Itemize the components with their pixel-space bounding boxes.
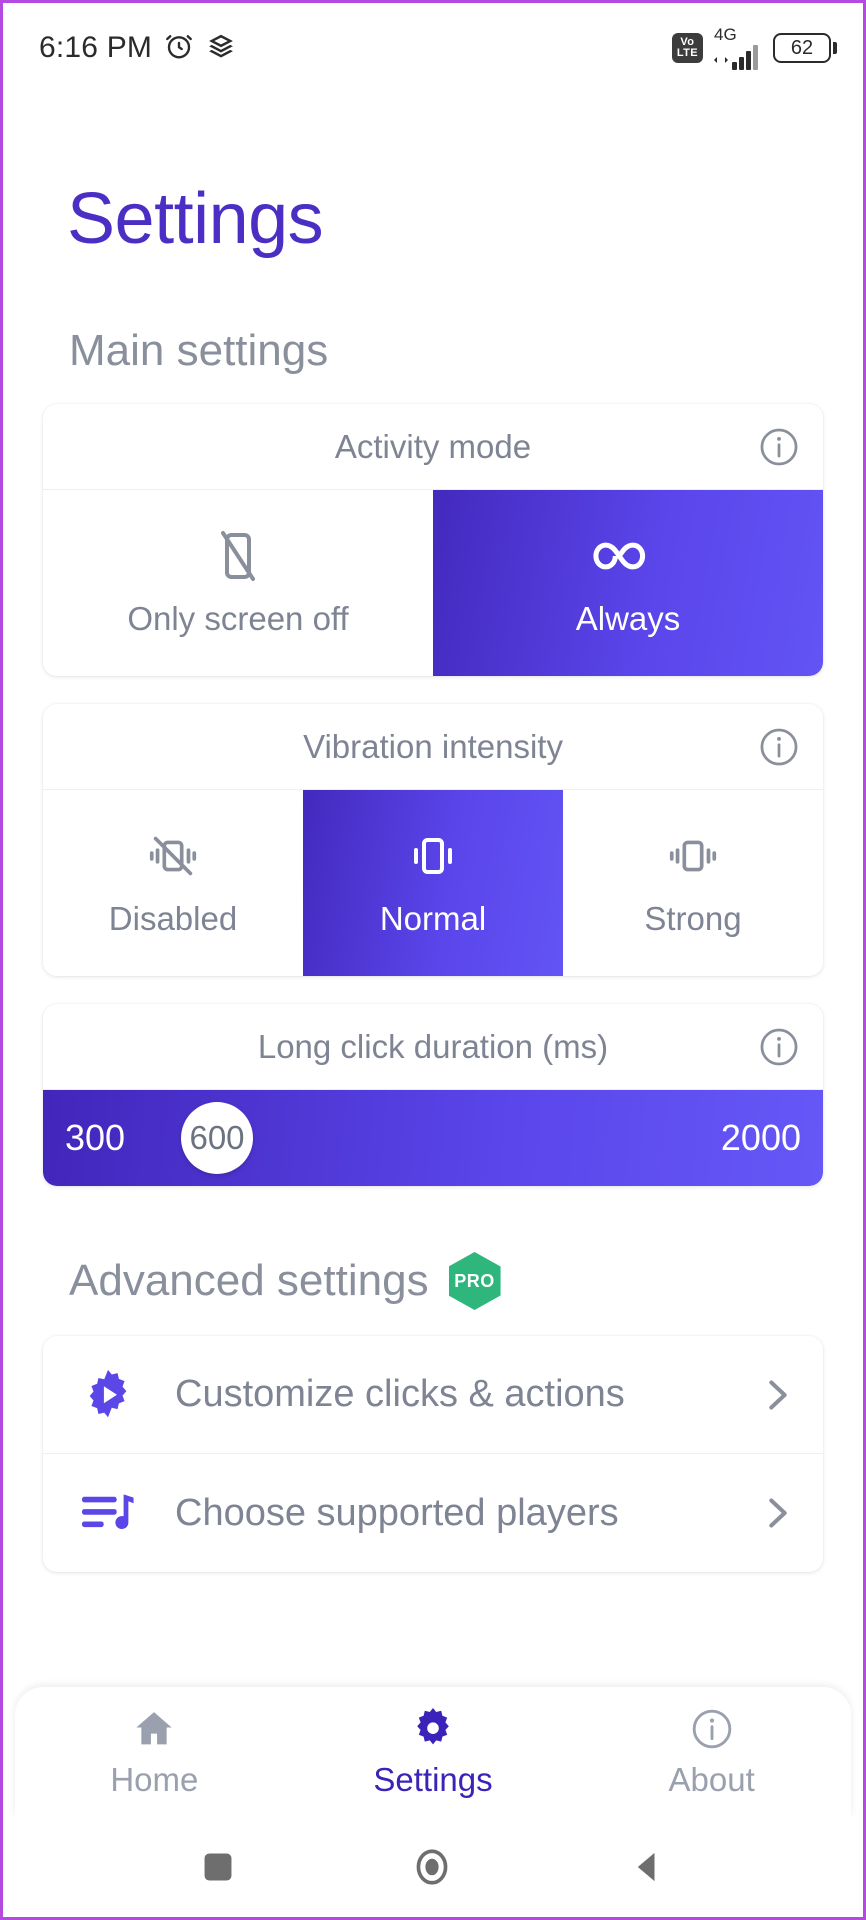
layers-icon <box>206 31 236 66</box>
chevron-right-icon <box>755 1375 795 1415</box>
activity-mode-segmented-control: Only screen off Always <box>43 490 823 676</box>
card-vibration-intensity-title: Vibration intensity <box>303 728 563 766</box>
queue-music-icon <box>77 1487 139 1539</box>
status-bar: 6:16 PM Vo LTE <box>3 3 863 93</box>
chevron-right-icon <box>755 1493 795 1533</box>
vibration-off-icon <box>144 828 202 884</box>
volte-icon: Vo LTE <box>672 33 703 63</box>
segment-normal-label: Normal <box>380 900 486 938</box>
slider-max-label: 2000 <box>721 1117 801 1159</box>
page-title: Settings <box>67 178 823 260</box>
android-system-navigation <box>3 1817 863 1917</box>
segment-strong[interactable]: Strong <box>563 790 823 976</box>
vibration-strong-icon <box>664 828 722 884</box>
network-indicator: 4G <box>713 26 758 70</box>
section-heading-advanced-label: Advanced settings <box>69 1256 429 1306</box>
segment-always[interactable]: Always <box>433 490 823 676</box>
vibration-icon <box>407 828 459 884</box>
segment-only-screen-off[interactable]: Only screen off <box>43 490 433 676</box>
battery-level-label: 62 <box>773 33 831 63</box>
card-activity-mode-title: Activity mode <box>335 428 531 466</box>
slider-thumb[interactable]: 600 <box>181 1102 253 1174</box>
info-icon[interactable] <box>757 725 801 769</box>
card-vibration-intensity: Vibration intensity <box>43 704 823 976</box>
list-item-choose-players[interactable]: Choose supported players <box>43 1454 823 1572</box>
slider-min-label: 300 <box>65 1117 125 1159</box>
recents-button[interactable] <box>199 1848 237 1886</box>
card-long-click-duration: Long click duration (ms) 300 600 2000 <box>43 1004 823 1186</box>
home-icon <box>131 1706 177 1752</box>
nav-item-about[interactable]: About <box>572 1706 851 1799</box>
card-activity-mode-header: Activity mode <box>43 404 823 490</box>
list-item-choose-players-label: Choose supported players <box>175 1492 755 1535</box>
battery-icon: 62 <box>773 33 837 63</box>
gear-play-icon <box>77 1366 139 1424</box>
section-heading-main: Main settings <box>69 326 823 376</box>
pro-badge-label: PRO <box>454 1271 495 1292</box>
phone-screen: 6:16 PM Vo LTE <box>0 0 866 1920</box>
home-button[interactable] <box>410 1845 454 1889</box>
back-button[interactable] <box>627 1847 667 1887</box>
status-bar-left: 6:16 PM <box>39 31 236 66</box>
network-type-label: 4G <box>714 26 737 43</box>
info-icon <box>689 1706 735 1752</box>
card-long-click-duration-title: Long click duration (ms) <box>258 1028 608 1066</box>
nav-item-home[interactable]: Home <box>15 1706 294 1799</box>
section-heading-main-label: Main settings <box>69 326 328 376</box>
bottom-navigation-bar: Home Settings About <box>15 1687 851 1817</box>
info-icon[interactable] <box>757 1025 801 1069</box>
signal-strength-icon <box>713 44 758 70</box>
pro-badge: PRO <box>449 1252 501 1310</box>
segment-strong-label: Strong <box>644 900 741 938</box>
vibration-intensity-segmented-control: Disabled Normal <box>43 790 823 976</box>
status-bar-right: Vo LTE 4G 62 <box>672 26 837 70</box>
nav-item-about-label: About <box>669 1761 755 1799</box>
list-item-customize-clicks[interactable]: Customize clicks & actions <box>43 1336 823 1454</box>
segment-always-label: Always <box>576 600 681 638</box>
gear-icon <box>409 1706 457 1752</box>
section-heading-advanced: Advanced settings PRO <box>69 1252 823 1310</box>
nav-item-settings[interactable]: Settings <box>294 1706 573 1799</box>
nav-item-home-label: Home <box>110 1761 198 1799</box>
settings-page: Settings Main settings Activity mode <box>3 93 863 1917</box>
phone-off-icon <box>214 528 262 584</box>
segment-disabled-label: Disabled <box>109 900 237 938</box>
alarm-clock-icon <box>164 31 194 66</box>
long-click-duration-slider[interactable]: 300 600 2000 <box>43 1090 823 1186</box>
list-item-customize-clicks-label: Customize clicks & actions <box>175 1373 755 1416</box>
segment-disabled[interactable]: Disabled <box>43 790 303 976</box>
segment-normal[interactable]: Normal <box>303 790 563 976</box>
advanced-settings-list: Customize clicks & actions Choos <box>43 1336 823 1572</box>
battery-cap <box>833 42 837 54</box>
status-bar-clock: 6:16 PM <box>39 31 152 65</box>
infinity-icon <box>593 528 663 584</box>
card-activity-mode: Activity mode <box>43 404 823 676</box>
card-long-click-duration-header: Long click duration (ms) <box>43 1004 823 1090</box>
nav-item-settings-label: Settings <box>373 1761 492 1799</box>
info-icon[interactable] <box>757 425 801 469</box>
segment-only-screen-off-label: Only screen off <box>127 600 348 638</box>
card-vibration-intensity-header: Vibration intensity <box>43 704 823 790</box>
